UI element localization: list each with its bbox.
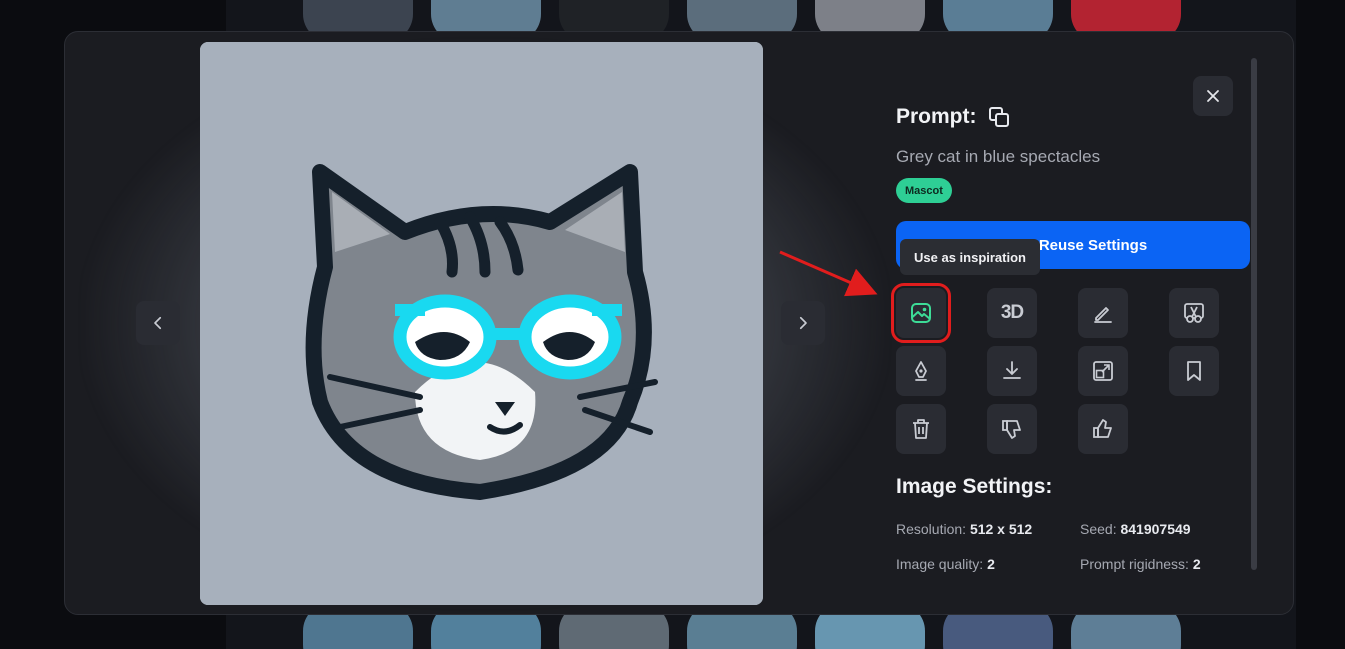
- image-detail-modal: Prompt: Grey cat in blue spectacles Masc…: [64, 31, 1294, 615]
- thumbs-down-icon: [1002, 420, 1021, 439]
- pen-nib-icon: [915, 361, 927, 381]
- remove-background-button[interactable]: [1169, 288, 1219, 338]
- bookmark-button[interactable]: [1169, 346, 1219, 396]
- close-icon: [1207, 90, 1219, 102]
- copy-icon[interactable]: [987, 105, 1011, 129]
- generated-image: [200, 42, 763, 605]
- edit-button[interactable]: [1078, 288, 1128, 338]
- resolution-setting: Resolution: 512 x 512: [896, 521, 1032, 537]
- image-settings-title: Image Settings:: [896, 475, 1053, 498]
- seed-setting: Seed: 841907549: [1080, 521, 1191, 537]
- thumbs-up-icon: [1093, 419, 1112, 438]
- resolution-value: 512 x 512: [969, 521, 1033, 537]
- expand-icon: [1093, 361, 1113, 381]
- close-button[interactable]: [1193, 76, 1233, 116]
- upscale-button[interactable]: [1078, 346, 1128, 396]
- image-details-panel: Prompt: Grey cat in blue spectacles Masc…: [891, 32, 1256, 614]
- 3d-icon: 3D: [1000, 302, 1024, 323]
- rigidness-setting: Prompt rigidness: 2: [1080, 556, 1201, 572]
- quality-value: 2: [987, 556, 995, 572]
- 3d-button[interactable]: 3D: [987, 288, 1037, 338]
- use-as-inspiration-button[interactable]: [891, 283, 951, 343]
- vectorize-button[interactable]: [896, 346, 946, 396]
- panel-scrollbar[interactable]: [1251, 58, 1257, 570]
- image-icon: [911, 303, 931, 323]
- prompt-header: Prompt:: [896, 105, 1011, 129]
- chevron-right-icon: [799, 316, 807, 330]
- resolution-label: Resolution:: [896, 521, 967, 537]
- next-image-button[interactable]: [781, 301, 825, 345]
- trash-icon: [913, 419, 929, 439]
- download-button[interactable]: [987, 346, 1037, 396]
- dislike-button[interactable]: [987, 404, 1037, 454]
- tooltip: Use as inspiration: [900, 239, 1040, 275]
- chevron-left-icon: [154, 316, 162, 330]
- pencil-icon: [1094, 307, 1112, 323]
- category-tag[interactable]: Mascot: [896, 178, 952, 203]
- seed-label: Seed:: [1080, 521, 1117, 537]
- previous-image-button[interactable]: [136, 301, 180, 345]
- bookmark-icon: [1187, 361, 1201, 381]
- prompt-label: Prompt:: [896, 105, 977, 128]
- quality-setting: Image quality: 2: [896, 556, 995, 572]
- prompt-text: Grey cat in blue spectacles: [896, 147, 1101, 166]
- scissors-icon: [1184, 303, 1204, 323]
- rigidness-label: Prompt rigidness:: [1080, 556, 1189, 572]
- seed-value: 841907549: [1120, 521, 1191, 537]
- like-button[interactable]: [1078, 404, 1128, 454]
- download-icon: [1003, 361, 1021, 379]
- quality-label: Image quality:: [896, 556, 984, 572]
- delete-button[interactable]: [896, 404, 946, 454]
- cat-mascot-illustration: [200, 42, 763, 605]
- rigidness-value: 2: [1192, 556, 1201, 572]
